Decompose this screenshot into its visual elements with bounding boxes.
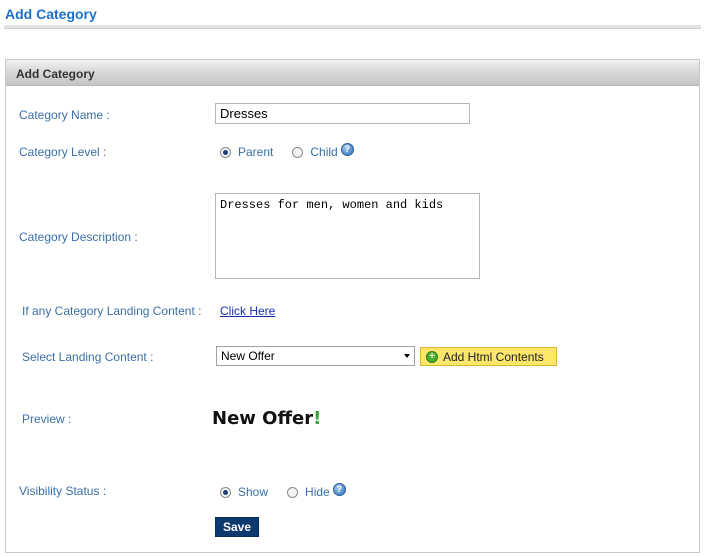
help-question-icon[interactable]: ?	[340, 142, 354, 156]
child-radio[interactable]	[292, 146, 304, 158]
save-button[interactable]: Save	[215, 517, 259, 537]
title-divider	[4, 25, 701, 29]
page-title: Add Category	[5, 6, 97, 22]
category-description-label: Category Description :	[19, 230, 138, 244]
preview-exclamation: !	[313, 408, 322, 429]
plus-circle-icon: +	[426, 350, 438, 363]
category-level-radio-group: Parent Child ?	[220, 142, 354, 159]
show-radio-label[interactable]: Show	[238, 485, 268, 499]
hide-radio-label[interactable]: Hide	[305, 485, 330, 499]
visibility-status-label: Visibility Status :	[19, 484, 107, 498]
show-radio[interactable]	[220, 486, 231, 498]
preview-text: New Offer	[212, 408, 314, 429]
parent-radio-label[interactable]: Parent	[238, 145, 273, 159]
landing-content-select[interactable]: New Offer	[216, 346, 415, 366]
add-html-contents-label: Add Html Contents	[443, 349, 544, 364]
category-level-label: Category Level :	[19, 145, 107, 159]
hide-radio[interactable]	[287, 486, 299, 498]
landing-content-selected-value: New Offer	[221, 349, 275, 363]
preview-label: Preview :	[22, 412, 72, 426]
add-html-contents-button[interactable]: + Add Html Contents	[420, 347, 557, 366]
category-name-input[interactable]	[215, 103, 470, 124]
select-landing-label: Select Landing Content :	[22, 350, 154, 364]
landing-content-label: If any Category Landing Content :	[22, 304, 202, 318]
category-description-textarea[interactable]: Dresses for men, women and kids	[215, 193, 480, 279]
panel-header: Add Category	[6, 60, 699, 86]
visibility-radio-group: Show Hide ?	[220, 482, 346, 499]
help-question-icon[interactable]: ?	[332, 482, 346, 496]
parent-radio[interactable]	[220, 146, 231, 158]
category-name-label: Category Name :	[19, 108, 110, 122]
click-here-link[interactable]: Click Here	[220, 304, 275, 318]
child-radio-label[interactable]: Child	[310, 145, 337, 159]
preview-content: New Offer!	[212, 408, 321, 429]
chevron-down-icon	[404, 354, 410, 358]
